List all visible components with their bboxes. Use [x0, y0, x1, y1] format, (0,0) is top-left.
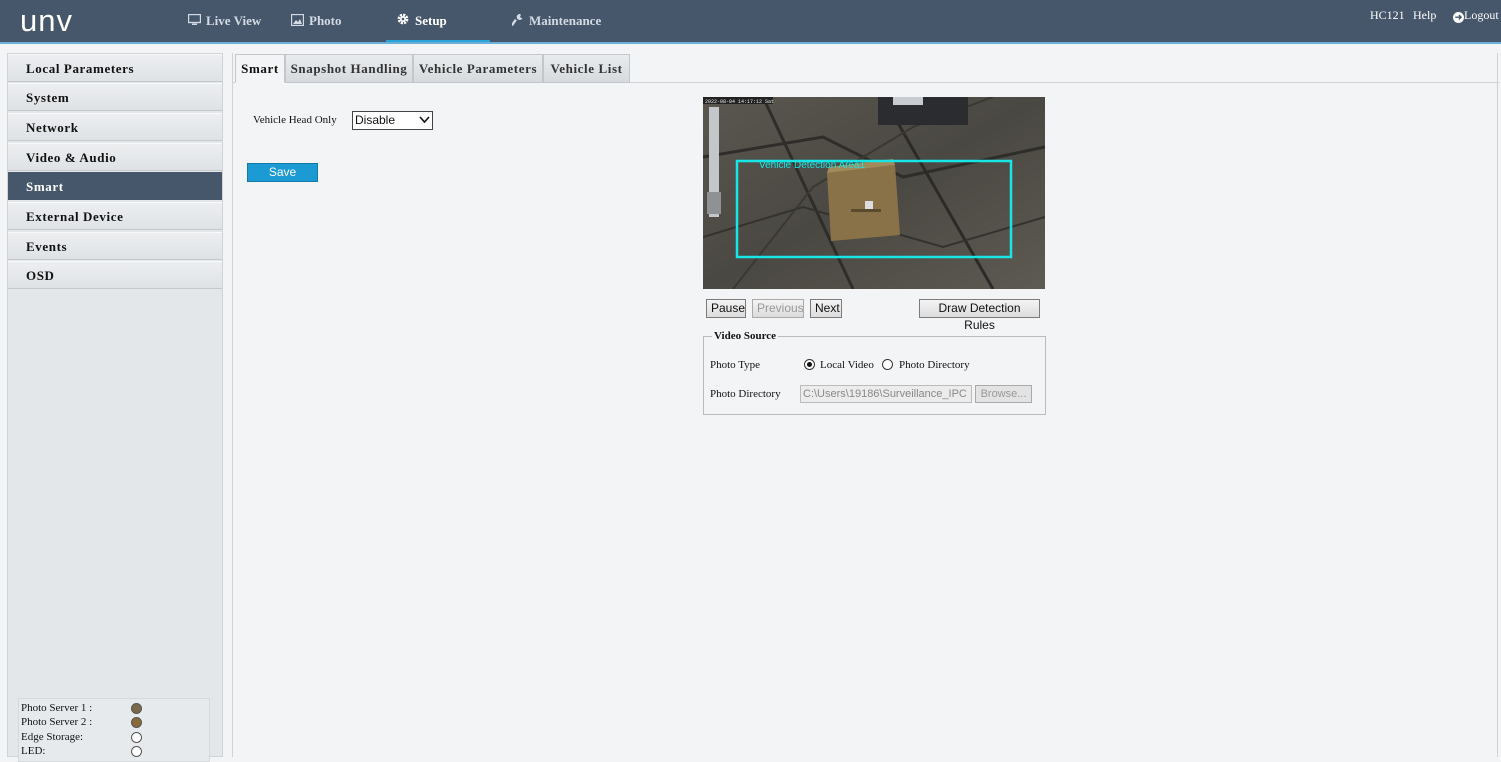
user-name: HC121 [1370, 8, 1405, 22]
nav-maintenance[interactable]: Maintenance [510, 0, 602, 43]
video-preview[interactable]: 2022-08-04 14:17:12 Sat Vehicle Detectio… [703, 97, 1045, 289]
status-label-photo-server-2: Photo Server 2 : [21, 716, 93, 728]
nav-live-view-label: Live View [206, 13, 262, 28]
photo-icon [290, 1, 305, 43]
nav-setup-label: Setup [415, 13, 447, 28]
photo-directory-radio[interactable] [882, 359, 893, 370]
sidebar-item-external-device[interactable]: External Device [8, 202, 222, 230]
status-label-edge-storage: Edge Storage: [21, 731, 84, 743]
sidebar-item-video-audio[interactable]: Video & Audio [8, 143, 222, 171]
tab-vehicle-list[interactable]: Vehicle List [543, 54, 630, 83]
vehicle-head-only-value: Disable [355, 113, 396, 127]
vehicle-head-only-label: Vehicle Head Only [253, 114, 337, 126]
help-link[interactable]: Help [1413, 8, 1436, 23]
logout-icon: ➜ [1453, 12, 1464, 23]
sub-tabs: Smart Snapshot Handling Vehicle Paramete… [233, 53, 1499, 83]
nav-maintenance-label: Maintenance [529, 13, 602, 28]
status-label-led: LED: [21, 745, 46, 757]
sidebar: Local Parameters System Network Video & … [7, 53, 223, 762]
video-source-fieldset: Video Source Photo Type Local Video Phot… [703, 330, 1046, 415]
sidebar-item-local-parameters[interactable]: Local Parameters [8, 54, 222, 82]
photo-type-label: Photo Type [710, 359, 761, 371]
logout-label: Logout [1464, 8, 1499, 22]
photo-directory-input[interactable]: C:\Users\19186\Surveillance_IPC [800, 385, 972, 403]
header-divider [0, 42, 1501, 44]
nav-setup[interactable]: Setup [396, 0, 447, 42]
pause-button[interactable]: Pause [706, 299, 746, 318]
nav-live-view[interactable]: Live View [187, 0, 262, 43]
unv-logo: unv [20, 3, 73, 38]
logout-link[interactable]: ➜ Logout [1453, 8, 1499, 23]
photo-server-2-indicator [131, 717, 142, 728]
nav-photo-label: Photo [309, 13, 342, 28]
sidebar-item-events[interactable]: Events [8, 232, 222, 260]
photo-server-1-indicator [131, 703, 142, 714]
video-source-legend: Video Source [712, 330, 779, 342]
sidebar-item-network[interactable]: Network [8, 113, 222, 141]
chevron-down-icon [419, 114, 430, 131]
local-video-radio[interactable] [804, 359, 815, 370]
detection-area-label: Vehicle Detection Area1 [759, 160, 866, 171]
gear-icon [396, 1, 410, 43]
tab-vehicle-parameters[interactable]: Vehicle Parameters [413, 54, 543, 83]
main-content: Smart Snapshot Handling Vehicle Paramete… [232, 53, 1499, 757]
sidebar-item-system[interactable]: System [8, 83, 222, 111]
local-video-label: Local Video [820, 359, 874, 371]
video-timestamp: 2022-08-04 14:17:12 Sat [705, 99, 774, 105]
monitor-icon [187, 1, 202, 43]
save-button[interactable]: Save [247, 163, 318, 182]
device-status-panel: Photo Server 1 : Photo Server 2 : Edge S… [18, 698, 210, 762]
camera-frame-image: 2022-08-04 14:17:12 Sat Vehicle Detectio… [703, 97, 1045, 289]
wrench-icon [510, 1, 524, 43]
edge-storage-indicator [131, 732, 142, 743]
nav-photo[interactable]: Photo [290, 0, 342, 43]
tab-snapshot-handling[interactable]: Snapshot Handling [285, 54, 413, 83]
photo-directory-option-label: Photo Directory [899, 359, 970, 371]
browse-button[interactable]: Browse... [975, 385, 1032, 403]
tab-smart[interactable]: Smart [235, 54, 285, 83]
photo-directory-label: Photo Directory [710, 388, 781, 400]
sidebar-item-osd[interactable]: OSD [8, 261, 222, 289]
draw-detection-rules-button[interactable]: Draw Detection Rules [919, 299, 1040, 332]
sidebar-item-smart[interactable]: Smart [8, 172, 222, 200]
top-navigation-bar: unv Live View Photo Setup Maintenance HC… [0, 0, 1501, 42]
previous-button[interactable]: Previous [752, 299, 804, 318]
led-indicator [131, 746, 142, 757]
vehicle-head-only-select[interactable]: Disable [352, 111, 433, 130]
status-label-photo-server-1: Photo Server 1 : [21, 702, 93, 714]
next-button[interactable]: Next [810, 299, 842, 318]
